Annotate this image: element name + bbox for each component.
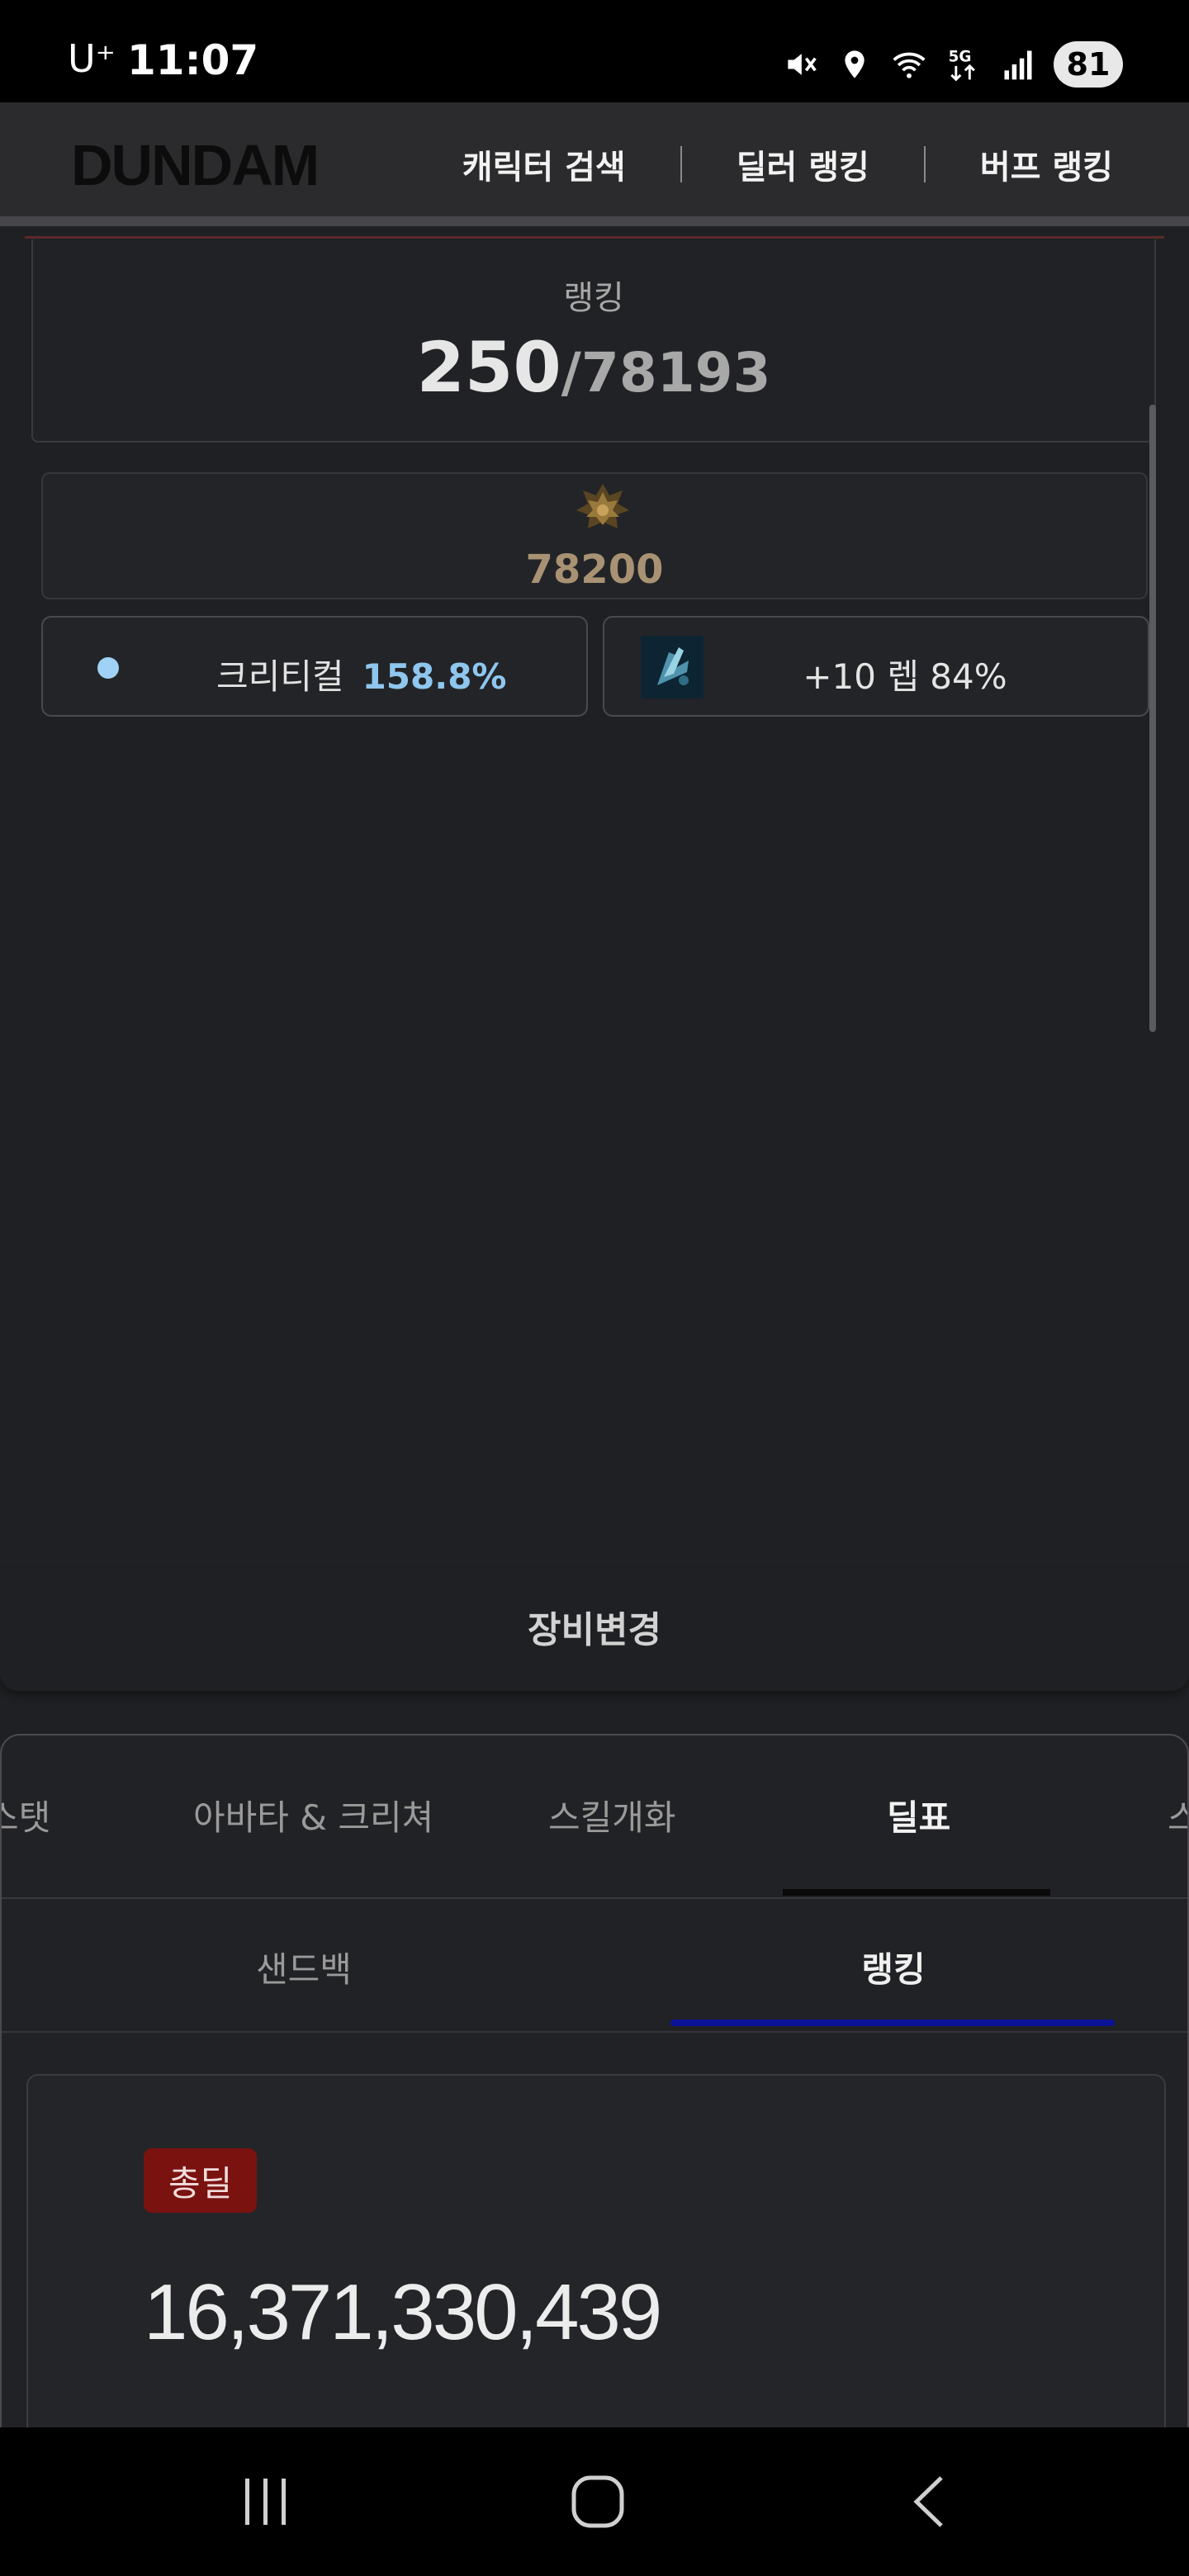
ranking-value: 250/78193: [33, 327, 1154, 408]
site-header: DUNDAM 캐릭터 검색 딜러 랭킹 버프 랭킹: [0, 102, 1189, 226]
signal-icon: [999, 45, 1037, 83]
mute-icon: [781, 45, 819, 83]
tab-skill-bloom[interactable]: 스킬개화: [548, 1790, 676, 1840]
clock: 11:07: [127, 36, 259, 84]
header-accent-line: [25, 236, 1164, 239]
critical-dot-icon: [97, 657, 119, 679]
score-card: 78200: [41, 472, 1148, 599]
battery-indicator: 81: [1054, 41, 1123, 88]
system-nav-bar: [0, 2427, 1189, 2576]
critical-label: 크리티컬: [216, 656, 344, 697]
nav-divider: [680, 146, 682, 182]
equip-change-bar: 장비변경: [0, 1569, 1189, 1691]
5g-icon: 5G: [945, 45, 983, 83]
gear-stat-box: +10 렙 84%: [603, 616, 1149, 717]
total-damage-badge: 총딜: [144, 2148, 258, 2213]
location-icon: [836, 45, 874, 83]
carrier-label: U⁺: [68, 36, 116, 81]
score-value: 78200: [525, 547, 664, 593]
tab-next-partial[interactable]: 스: [1168, 1790, 1187, 1840]
tab-divider: [2, 1897, 1187, 1899]
nav-dealer-ranking[interactable]: 딜러 랭킹: [737, 140, 869, 188]
status-bar: U⁺ 11:07 5G 81: [0, 0, 1189, 102]
detail-panel: 스탯 아바타 & 크리쳐 스킬개화 딜표 스 샌드백 랭킹 총딜 16,371,…: [0, 1734, 1189, 2526]
recent-apps-icon[interactable]: [225, 2460, 307, 2543]
critical-value: 158.8%: [362, 656, 507, 697]
nav-character-search[interactable]: 캐릭터 검색: [462, 140, 626, 188]
scrollbar-thumb[interactable]: [1149, 405, 1156, 1032]
tab-avatar-creature[interactable]: 아바타 & 크리쳐: [193, 1790, 433, 1840]
wifi-icon: [890, 45, 928, 83]
rank-emblem-icon: [573, 481, 632, 535]
subtab-ranking[interactable]: 랭킹: [745, 1942, 1042, 1992]
ranking-position: 250: [416, 327, 561, 408]
ranking-total: /78193: [561, 341, 771, 405]
tab-stats[interactable]: 스탯: [2, 1790, 50, 1840]
active-subtab-indicator: [670, 2020, 1115, 2026]
site-logo[interactable]: DUNDAM: [71, 132, 320, 198]
subtab-sandbag[interactable]: 샌드백: [155, 1942, 452, 1992]
svg-text:5G: 5G: [949, 48, 972, 65]
home-icon[interactable]: [557, 2460, 639, 2543]
nav-buff-ranking[interactable]: 버프 랭킹: [980, 140, 1113, 188]
main-nav: 캐릭터 검색 딜러 랭킹 버프 랭킹: [462, 140, 1113, 188]
nav-divider: [923, 146, 926, 182]
status-icons: 5G 81: [781, 40, 1123, 89]
ranking-title: 랭킹: [563, 279, 624, 317]
equip-change-button[interactable]: 장비변경: [0, 1600, 1189, 1653]
back-icon[interactable]: [888, 2460, 971, 2543]
subtab-divider: [2, 2031, 1187, 2033]
tab-damage-table[interactable]: 딜표: [887, 1790, 950, 1840]
total-damage-value: 16,371,330,439: [144, 2268, 662, 2356]
active-tab-indicator: [783, 1889, 1050, 1896]
gear-level-text: +10 렙 84%: [803, 656, 1007, 697]
ranking-card: 랭킹 250/78193: [31, 239, 1156, 443]
critical-stat-box: 크리티컬 158.8%: [41, 616, 588, 717]
